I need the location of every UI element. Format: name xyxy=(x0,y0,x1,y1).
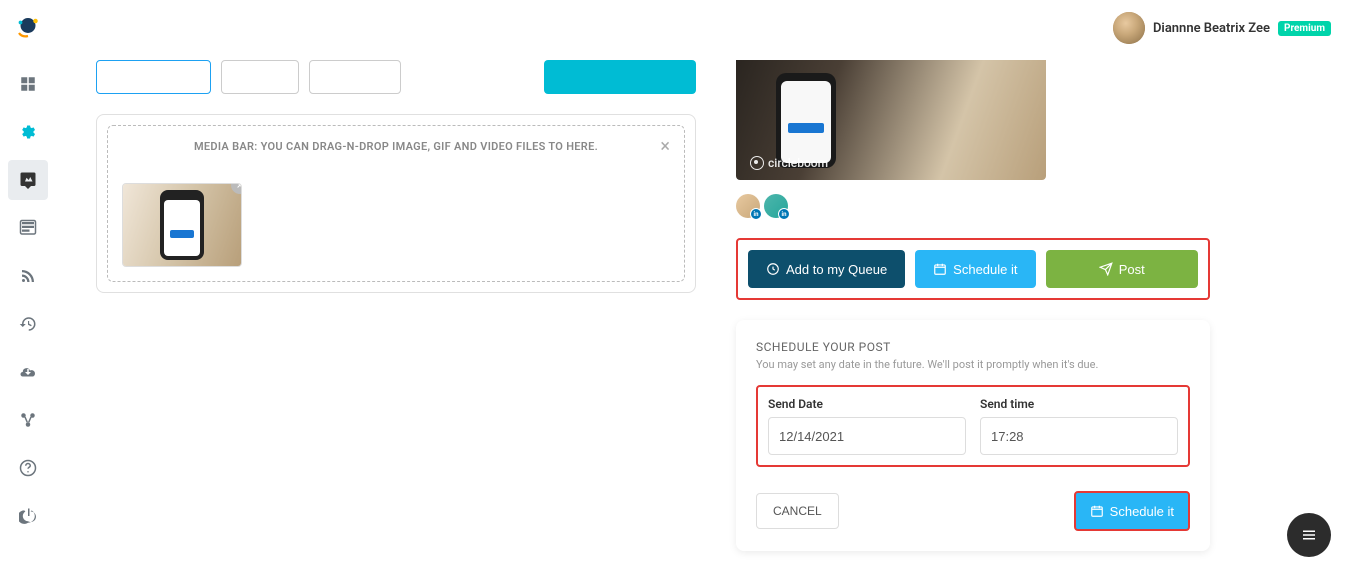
premium-badge: Premium xyxy=(1278,21,1331,36)
schedule-actions: CANCEL Schedule it xyxy=(756,491,1190,531)
watermark-icon xyxy=(750,156,764,170)
add-to-queue-button[interactable]: Add to my Queue xyxy=(748,250,905,288)
toolbar-button-3[interactable] xyxy=(309,60,401,94)
send-date-input[interactable] xyxy=(768,417,966,455)
account-badges xyxy=(736,194,1210,218)
media-bar-label: MEDIA BAR: YOU CAN DRAG-N-DROP IMAGE, GI… xyxy=(122,140,670,153)
preview-column: circleboom Add to my Queue Schedule it xyxy=(736,60,1210,557)
schedule-button[interactable]: Schedule it xyxy=(915,250,1035,288)
sidebar-item-help[interactable] xyxy=(8,448,48,488)
watermark: circleboom xyxy=(750,156,828,170)
close-icon[interactable]: × xyxy=(660,136,670,157)
media-bar-card: MEDIA BAR: YOU CAN DRAG-N-DROP IMAGE, GI… xyxy=(96,114,696,293)
sidebar-item-history[interactable] xyxy=(8,304,48,344)
media-thumbnail[interactable]: × xyxy=(122,183,242,267)
topbar: Diannne Beatrix Zee Premium xyxy=(1093,0,1351,56)
queue-button-label: Add to my Queue xyxy=(786,262,887,277)
post-preview-image: circleboom xyxy=(736,60,1046,180)
send-date-label: Send Date xyxy=(768,397,966,411)
user-name: Diannne Beatrix Zee xyxy=(1153,21,1270,36)
schedule-card: SCHEDULE YOUR POST You may set any date … xyxy=(736,320,1210,551)
post-button-label: Post xyxy=(1119,262,1145,277)
fab-menu-button[interactable] xyxy=(1287,513,1331,557)
compose-toolbar xyxy=(96,60,696,94)
cancel-button[interactable]: CANCEL xyxy=(756,493,839,529)
send-time-label: Send time xyxy=(980,397,1178,411)
sidebar-item-integrations[interactable] xyxy=(8,400,48,440)
phone-icon xyxy=(160,190,204,260)
schedule-button-label: Schedule it xyxy=(953,262,1017,277)
schedule-confirm-button[interactable]: Schedule it xyxy=(1074,491,1190,531)
sidebar-item-dashboard[interactable] xyxy=(8,64,48,104)
send-time-input[interactable] xyxy=(980,417,1178,455)
schedule-confirm-label: Schedule it xyxy=(1110,504,1174,519)
toolbar-button-2[interactable] xyxy=(221,60,299,94)
sidebar-item-logout[interactable] xyxy=(8,496,48,536)
app-logo-icon xyxy=(13,12,43,42)
toolbar-primary-button[interactable] xyxy=(544,60,696,94)
sidebar-item-download[interactable] xyxy=(8,352,48,392)
account-badge-1[interactable] xyxy=(736,194,760,218)
post-button[interactable]: Post xyxy=(1046,250,1199,288)
linkedin-icon xyxy=(778,208,790,220)
watermark-text: circleboom xyxy=(768,156,828,170)
send-date-group: Send Date xyxy=(768,397,966,455)
sidebar-item-settings[interactable] xyxy=(8,112,48,152)
sidebar-item-compose[interactable] xyxy=(8,160,48,200)
main-content: MEDIA BAR: YOU CAN DRAG-N-DROP IMAGE, GI… xyxy=(56,0,1351,577)
sidebar xyxy=(0,0,56,577)
send-time-group: Send time xyxy=(980,397,1178,455)
user-avatar[interactable] xyxy=(1113,12,1145,44)
compose-column: MEDIA BAR: YOU CAN DRAG-N-DROP IMAGE, GI… xyxy=(96,60,696,557)
sidebar-item-news[interactable] xyxy=(8,208,48,248)
post-actions-row: Add to my Queue Schedule it Post xyxy=(736,238,1210,300)
schedule-inputs: Send Date Send time xyxy=(756,385,1190,467)
account-badge-2[interactable] xyxy=(764,194,788,218)
phone-icon xyxy=(776,73,836,168)
schedule-title: SCHEDULE YOUR POST xyxy=(756,340,1190,354)
media-bar[interactable]: MEDIA BAR: YOU CAN DRAG-N-DROP IMAGE, GI… xyxy=(107,125,685,282)
toolbar-button-1[interactable] xyxy=(96,60,211,94)
linkedin-icon xyxy=(750,208,762,220)
schedule-subtitle: You may set any date in the future. We'l… xyxy=(756,358,1190,371)
sidebar-item-rss[interactable] xyxy=(8,256,48,296)
